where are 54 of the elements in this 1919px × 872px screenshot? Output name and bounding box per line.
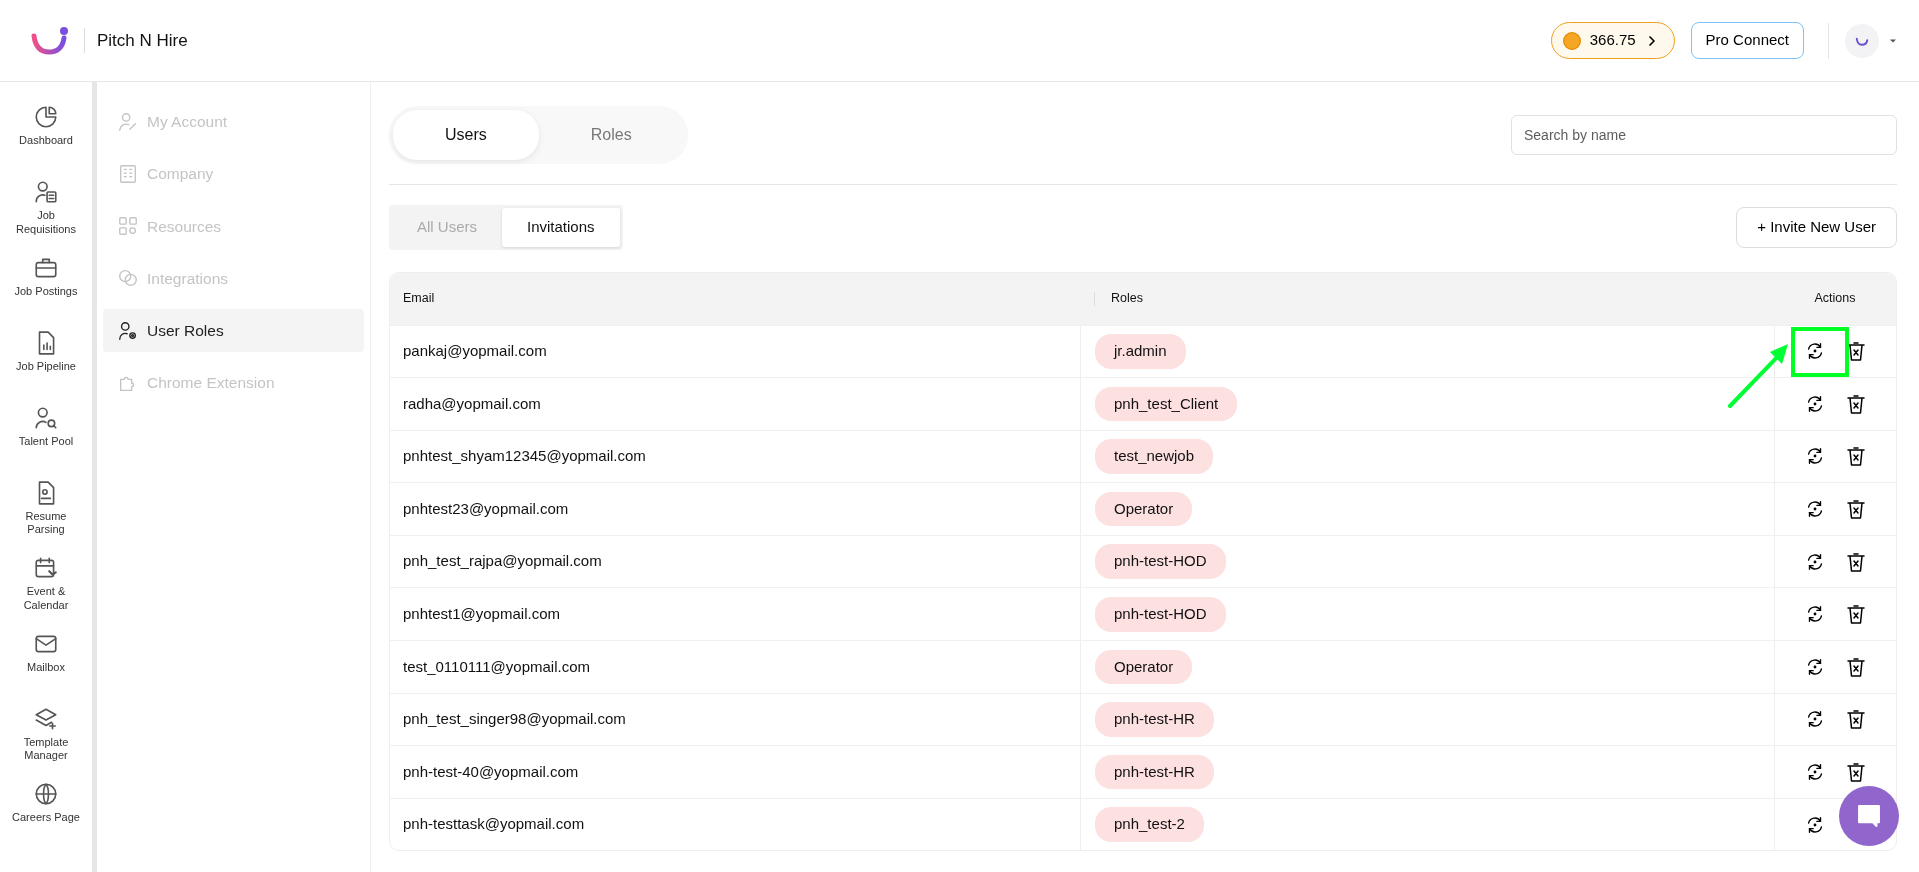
email-cell: pnhtest23@yopmail.com [403, 499, 569, 517]
globe-icon [33, 781, 59, 807]
email-cell: pnh_test_rajpa@yopmail.com [403, 552, 602, 570]
nav-item[interactable]: Job Requisitions [0, 167, 92, 243]
chat-button[interactable] [1839, 786, 1899, 846]
credits-button[interactable]: 366.75 [1550, 22, 1675, 59]
column-header: Roles [1111, 290, 1143, 308]
email-cell: pnh-test-40@yopmail.com [403, 762, 579, 780]
role-tag: pnh-test-HOD [1095, 544, 1226, 579]
email-cell: pnh_test_singer98@yopmail.com [403, 710, 626, 728]
email-cell: test_0110111@yopmail.com [403, 657, 590, 675]
pro-connect-button[interactable]: Pro Connect [1690, 22, 1804, 59]
coin-icon [1561, 30, 1582, 51]
role-tag: Operator [1095, 491, 1193, 527]
role-tag: pnh_test-2 [1095, 807, 1204, 842]
nav-item[interactable]: Job Postings [0, 242, 92, 318]
email-cell: pnhtest_shyam12345@yopmail.com [403, 447, 646, 465]
email-cell: radha@yopmail.com [403, 394, 541, 412]
nav-item[interactable]: Event & Calendar [0, 543, 92, 619]
user-search-icon [33, 404, 59, 431]
email-cell: pankaj@yopmail.com [403, 342, 547, 360]
role-tag: jr.admin [1095, 334, 1186, 369]
grid-search-icon [117, 215, 139, 238]
nav-item[interactable]: Mailbox [0, 618, 92, 694]
email-cell: pnhtest1@yopmail.com [403, 605, 560, 622]
column-header: Actions [1814, 290, 1856, 308]
role-tag: pnh-test-HR [1095, 702, 1214, 737]
user-pen-icon [117, 110, 139, 133]
logo-icon [30, 25, 70, 56]
nav-item[interactable]: Talent Pool [0, 392, 92, 468]
tab[interactable]: Roles [538, 110, 684, 160]
nav-item[interactable]: Job Pipeline [0, 317, 92, 393]
role-tag: pnh-test-HOD [1095, 597, 1226, 632]
column-header: Email [403, 290, 435, 308]
role-tag: test_newjob [1095, 439, 1214, 474]
invite-new-user-button[interactable]: + Invite New User [1736, 207, 1897, 248]
nav-item[interactable]: Template Manager [0, 693, 92, 769]
tab[interactable]: Invitations [502, 208, 620, 247]
settings-menu-item[interactable]: User Roles [103, 309, 364, 353]
nav-item[interactable]: Dashboard [0, 92, 92, 167]
user-document-icon [33, 179, 59, 205]
email-cell: pnh-testtask@yopmail.com [403, 815, 585, 833]
tab[interactable]: Users [393, 110, 539, 160]
pie-chart-icon [33, 104, 59, 130]
building-icon [117, 162, 139, 185]
nav-item[interactable]: Resume Parsing [0, 467, 92, 543]
role-tag: pnh_test_Client [1095, 386, 1238, 422]
role-tag: pnh-test-HR [1095, 754, 1214, 790]
nav-item[interactable]: Careers Page [0, 769, 92, 844]
search-field[interactable]: Search by name [1511, 115, 1897, 155]
brand-name: Pitch N Hire [84, 27, 188, 54]
avatar[interactable] [1845, 23, 1879, 58]
user-gear-icon [117, 319, 139, 342]
role-tag: Operator [1095, 649, 1193, 685]
